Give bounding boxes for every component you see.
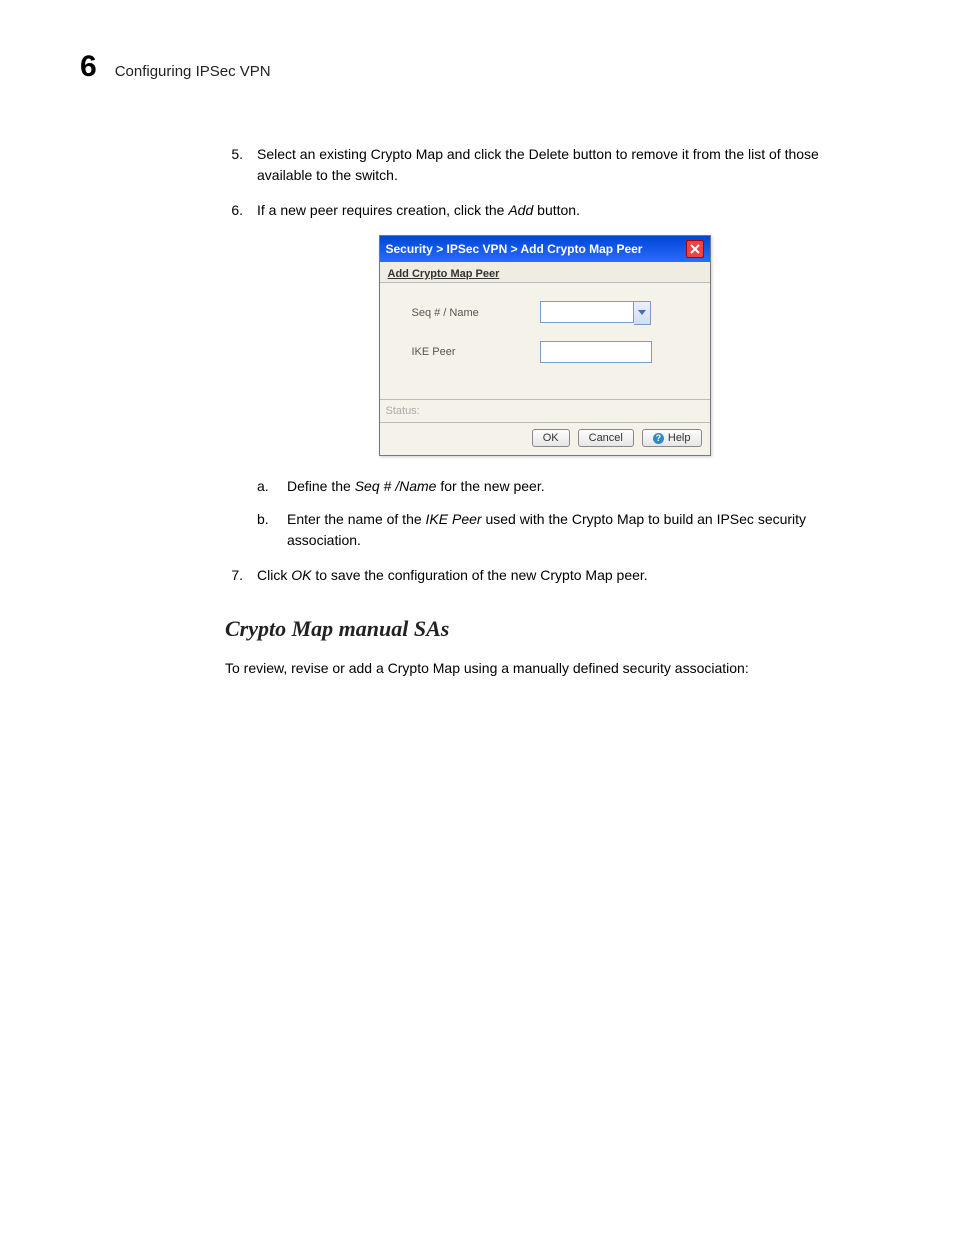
seq-name-input[interactable] — [540, 301, 634, 323]
step-italic: OK — [291, 567, 311, 583]
substep-text-prefix: Define the — [287, 478, 355, 494]
dialog-titlebar: Security > IPSec VPN > Add Crypto Map Pe… — [380, 236, 710, 262]
page-header: 6 Configuring IPSec VPN — [80, 50, 874, 84]
step-5: 5. Select an existing Crypto Map and cli… — [225, 144, 864, 186]
step-text: Click OK to save the configuration of th… — [257, 565, 648, 586]
ok-button[interactable]: OK — [532, 429, 570, 447]
step-text-suffix: to save the configuration of the new Cry… — [311, 567, 647, 583]
page: 6 Configuring IPSec VPN 5. Select an exi… — [0, 0, 954, 726]
step-number: 6. — [225, 200, 243, 221]
close-icon[interactable] — [686, 240, 704, 258]
step-text-suffix: button. — [533, 202, 580, 218]
step-italic: Add — [508, 202, 533, 218]
substep-text: Define the Seq # /Name for the new peer. — [287, 476, 545, 497]
seq-name-combobox[interactable] — [540, 301, 651, 325]
add-crypto-map-peer-dialog: Security > IPSec VPN > Add Crypto Map Pe… — [379, 235, 711, 456]
help-button-label: Help — [668, 432, 691, 444]
dialog-button-row: OK Cancel ? Help — [380, 423, 710, 455]
substep-letter: a. — [257, 476, 273, 497]
step-number: 7. — [225, 565, 243, 586]
step-text-prefix: If a new peer requires creation, click t… — [257, 202, 508, 218]
section-intro: To review, revise or add a Crypto Map us… — [225, 660, 864, 676]
seq-name-label: Seq # / Name — [394, 307, 522, 319]
substep-a: a. Define the Seq # /Name for the new pe… — [257, 476, 864, 497]
step-text: Select an existing Crypto Map and click … — [257, 144, 864, 186]
tab-add-crypto-map-peer[interactable]: Add Crypto Map Peer — [386, 266, 502, 282]
substep-b: b. Enter the name of the IKE Peer used w… — [257, 509, 864, 551]
substep-list: a. Define the Seq # /Name for the new pe… — [225, 476, 864, 551]
substep-text-suffix: for the new peer. — [436, 478, 544, 494]
help-icon: ? — [653, 433, 664, 444]
ok-button-label: OK — [543, 432, 559, 444]
ike-peer-input[interactable] — [540, 341, 652, 363]
content-area: 5. Select an existing Crypto Map and cli… — [80, 144, 874, 676]
substep-italic: Seq # /Name — [355, 478, 437, 494]
substep-text-prefix: Enter the name of the — [287, 511, 426, 527]
substep-italic: IKE Peer — [426, 511, 482, 527]
help-button[interactable]: ? Help — [642, 429, 702, 447]
dialog-tabbar: Add Crypto Map Peer — [380, 262, 710, 283]
seq-name-row: Seq # / Name — [394, 301, 696, 325]
step-text: If a new peer requires creation, click t… — [257, 200, 580, 221]
step-text-prefix: Click — [257, 567, 291, 583]
substep-text: Enter the name of the IKE Peer used with… — [287, 509, 864, 551]
section-heading: Crypto Map manual SAs — [225, 616, 864, 642]
dialog-figure: Security > IPSec VPN > Add Crypto Map Pe… — [225, 235, 864, 456]
step-6: 6. If a new peer requires creation, clic… — [225, 200, 864, 221]
cancel-button[interactable]: Cancel — [578, 429, 634, 447]
step-number: 5. — [225, 144, 243, 186]
dialog-breadcrumb: Security > IPSec VPN > Add Crypto Map Pe… — [386, 242, 643, 256]
step-7: 7. Click OK to save the configuration of… — [225, 565, 864, 586]
ike-peer-row: IKE Peer — [394, 341, 696, 363]
page-title: Configuring IPSec VPN — [115, 63, 271, 80]
substep-letter: b. — [257, 509, 273, 551]
ike-peer-label: IKE Peer — [394, 346, 522, 358]
chapter-number: 6 — [80, 50, 97, 84]
dialog-status: Status: — [380, 399, 710, 423]
chevron-down-icon[interactable] — [634, 301, 651, 325]
dialog-body: Seq # / Name IKE Peer — [380, 283, 710, 399]
cancel-button-label: Cancel — [589, 432, 623, 444]
